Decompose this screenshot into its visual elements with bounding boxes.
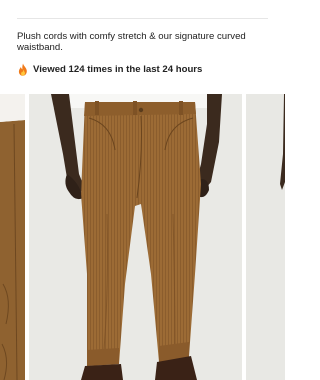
product-image-front[interactable] [29,94,242,380]
fire-icon [18,63,27,76]
views-text: Viewed 124 times in the last 24 hours [33,63,203,75]
product-page: Plush cords with comfy stretch & our sig… [0,0,285,380]
product-image-side[interactable] [246,94,285,380]
product-description: Plush cords with comfy stretch & our sig… [17,31,246,53]
corduroy-pants-image [29,94,242,380]
views-indicator: Viewed 124 times in the last 24 hours [17,62,202,76]
corduroy-side-image [246,94,285,380]
divider [17,18,268,19]
image-carousel[interactable] [0,94,285,380]
product-image-detail[interactable] [0,94,25,380]
corduroy-detail-image [0,94,25,380]
